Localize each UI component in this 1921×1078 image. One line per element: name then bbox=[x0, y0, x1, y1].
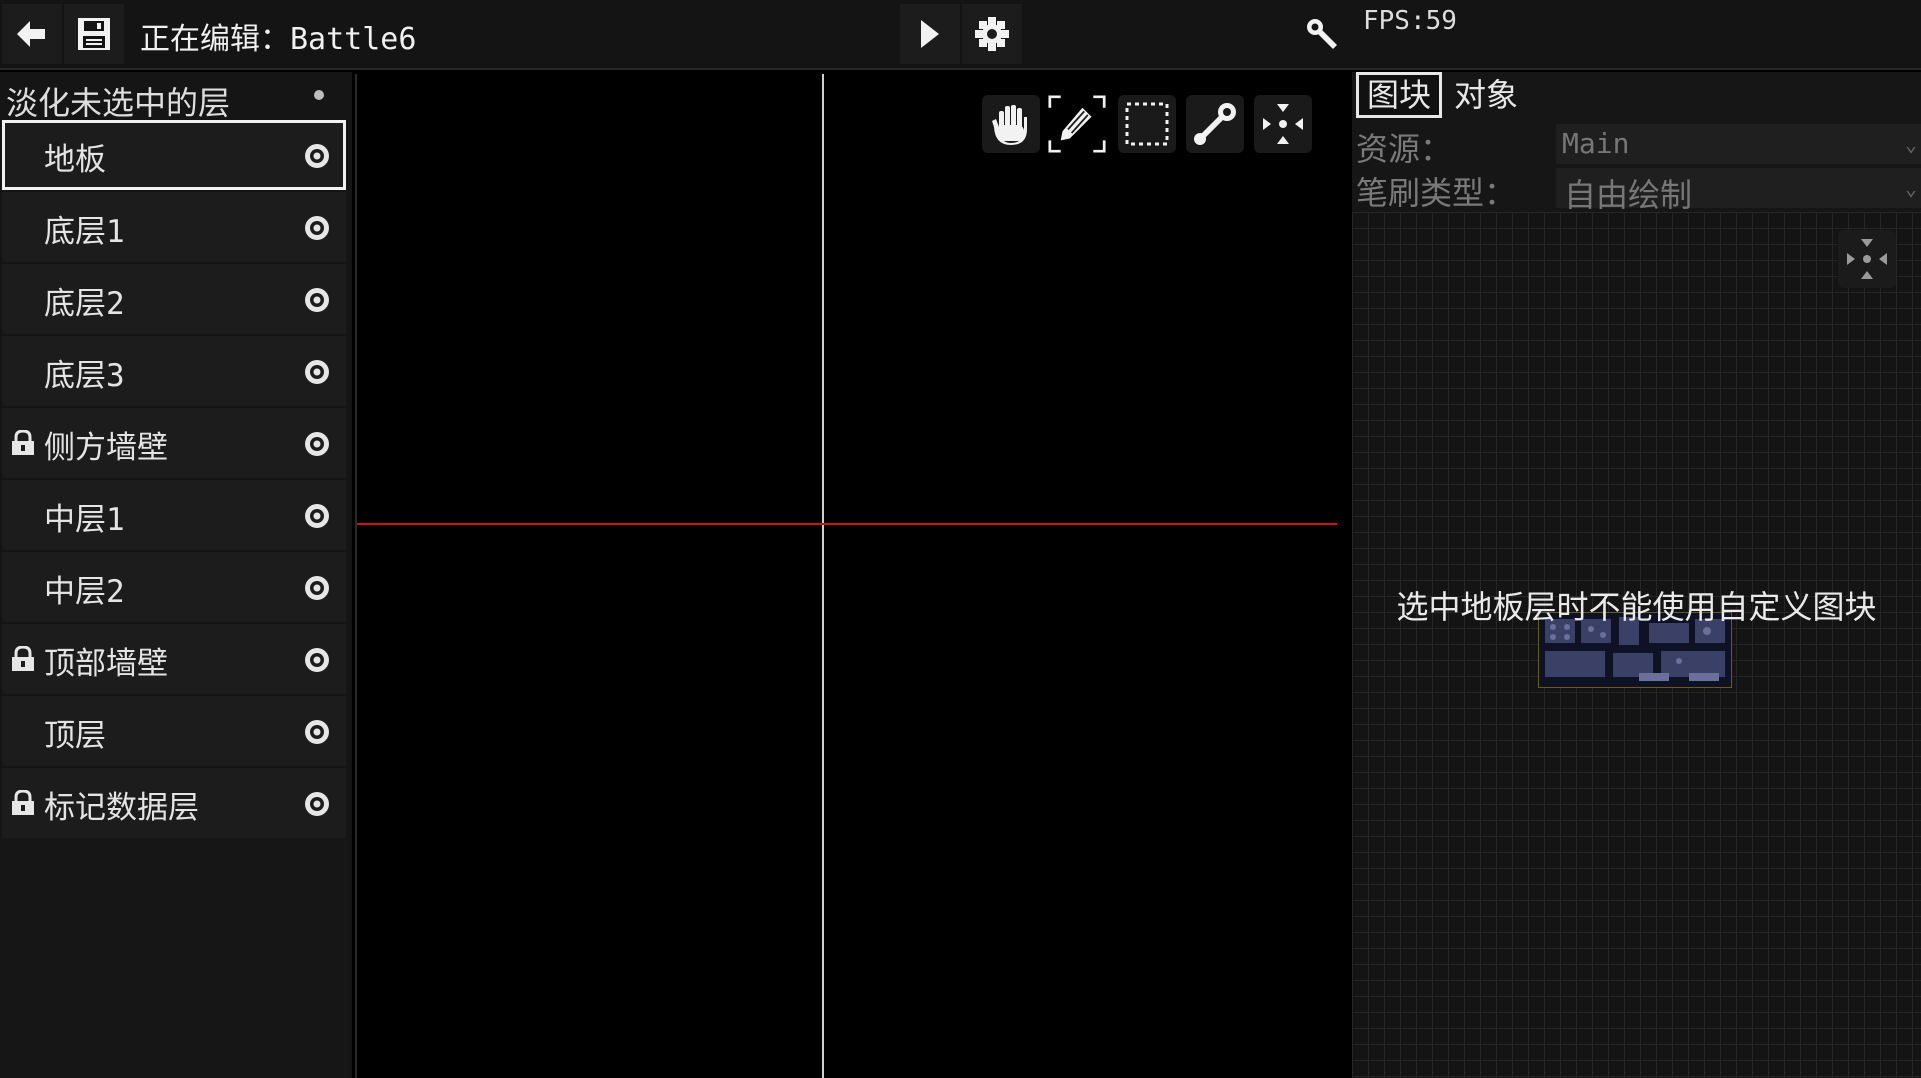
eye-icon[interactable] bbox=[302, 429, 332, 459]
pencil-icon bbox=[1048, 95, 1106, 153]
layer-panel-empty-area bbox=[0, 838, 350, 1078]
floppy-disk-icon bbox=[78, 18, 110, 50]
tab-objects[interactable]: 对象 bbox=[1446, 75, 1526, 115]
layer-name: 侧方墙壁 bbox=[44, 430, 168, 466]
chevron-down-icon: ⌄ bbox=[1904, 132, 1917, 156]
wrench-icon bbox=[1307, 19, 1337, 49]
settings-button[interactable] bbox=[962, 4, 1022, 64]
select-tool-button[interactable] bbox=[1118, 95, 1176, 153]
layer-row[interactable]: 中层1 bbox=[2, 480, 346, 550]
marquee-select-icon bbox=[1125, 102, 1169, 146]
brush-type-label: 笔刷类型： bbox=[1356, 174, 1517, 212]
layer-row[interactable]: 底层3 bbox=[2, 336, 346, 406]
gear-icon bbox=[975, 17, 1009, 51]
play-button[interactable] bbox=[900, 4, 960, 64]
tileset-fit-view-button[interactable] bbox=[1838, 230, 1896, 288]
eye-icon[interactable] bbox=[302, 357, 332, 387]
layer-name: 中层2 bbox=[44, 574, 125, 610]
pencil-tool-button[interactable] bbox=[1048, 95, 1106, 153]
layer-row[interactable]: 中层2 bbox=[2, 552, 346, 622]
layer-name: 中层1 bbox=[44, 502, 125, 538]
arrow-left-icon bbox=[17, 21, 45, 47]
layer-row[interactable]: 顶层 bbox=[2, 696, 346, 766]
fade-unselected-toggle[interactable] bbox=[314, 90, 324, 100]
layer-row[interactable]: 侧方墙壁 bbox=[2, 408, 346, 478]
layer-name: 底层2 bbox=[44, 286, 125, 322]
fit-view-icon bbox=[1263, 104, 1303, 144]
hand-tool-button[interactable] bbox=[982, 95, 1040, 153]
tab-tiles[interactable]: 图块 bbox=[1356, 72, 1443, 118]
layer-name: 顶层 bbox=[44, 718, 106, 754]
eye-icon[interactable] bbox=[302, 285, 332, 315]
layer-row[interactable]: 标记数据层 bbox=[2, 768, 346, 838]
play-icon bbox=[921, 20, 939, 48]
floor-layer-notice: 选中地板层时不能使用自定义图块 bbox=[1396, 588, 1877, 626]
top-bar: 正在编辑：Battle6 FPS:59 bbox=[0, 0, 1921, 70]
editing-title: 正在编辑：Battle6 bbox=[140, 14, 416, 58]
layer-row[interactable]: 顶部墙壁 bbox=[2, 624, 346, 694]
layer-row[interactable]: 底层1 bbox=[2, 192, 346, 262]
eye-icon[interactable] bbox=[302, 717, 332, 747]
lock-icon[interactable] bbox=[10, 430, 36, 456]
map-name: Battle6 bbox=[290, 22, 417, 57]
fade-unselected-label: 淡化未选中的层 bbox=[6, 84, 231, 122]
fit-view-icon bbox=[1847, 239, 1887, 279]
brush-type-select[interactable]: 自由绘制 ⌄ bbox=[1556, 168, 1921, 214]
tools-button[interactable] bbox=[1300, 12, 1344, 56]
wrench-icon bbox=[1194, 103, 1236, 145]
layer-name: 标记数据层 bbox=[44, 790, 199, 826]
source-value: Main bbox=[1562, 127, 1630, 160]
layer-name: 底层1 bbox=[44, 214, 125, 250]
layer-name: 底层3 bbox=[44, 358, 125, 394]
brush-type-value: 自由绘制 bbox=[1564, 176, 1693, 214]
chevron-down-icon: ⌄ bbox=[1904, 176, 1917, 200]
eye-icon[interactable] bbox=[302, 645, 332, 675]
layer-name: 地板 bbox=[44, 142, 106, 178]
lock-icon[interactable] bbox=[10, 790, 36, 816]
fit-view-button[interactable] bbox=[1254, 95, 1312, 153]
layer-row[interactable]: 底层2 bbox=[2, 264, 346, 334]
back-button[interactable] bbox=[2, 4, 62, 64]
canvas-x-axis bbox=[357, 523, 1337, 525]
eye-icon[interactable] bbox=[302, 573, 332, 603]
wrench-tool-button[interactable] bbox=[1186, 95, 1244, 153]
title-prefix: 正在编辑： bbox=[140, 22, 290, 57]
eye-icon[interactable] bbox=[302, 789, 332, 819]
layer-row[interactable]: 地板 bbox=[2, 120, 346, 190]
lock-icon[interactable] bbox=[10, 646, 36, 672]
tile-panel-tabs: 图块 对象 bbox=[1356, 72, 1921, 118]
layer-name: 顶部墙壁 bbox=[44, 646, 168, 682]
eye-icon[interactable] bbox=[302, 213, 332, 243]
source-label: 资源： bbox=[1356, 130, 1453, 168]
eye-icon[interactable] bbox=[302, 141, 332, 171]
fps-counter: FPS:59 bbox=[1363, 6, 1457, 36]
canvas-y-axis bbox=[822, 74, 824, 1078]
hand-icon bbox=[992, 105, 1027, 145]
eye-icon[interactable] bbox=[302, 501, 332, 531]
save-button[interactable] bbox=[64, 4, 124, 64]
source-select[interactable]: Main ⌄ bbox=[1556, 124, 1921, 164]
map-canvas[interactable] bbox=[355, 74, 1339, 1078]
